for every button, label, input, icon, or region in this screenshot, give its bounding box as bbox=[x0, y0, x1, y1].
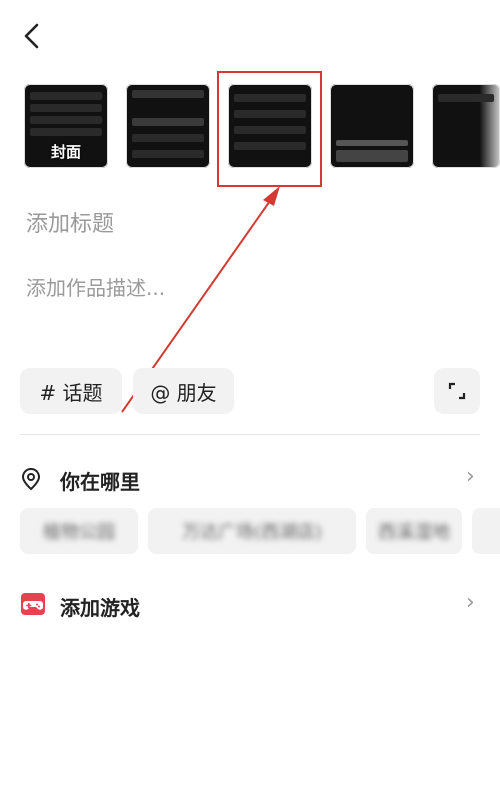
location-suggestion-chip[interactable] bbox=[472, 508, 500, 554]
location-suggestion-chip[interactable]: 植物公园 bbox=[20, 508, 138, 554]
expand-icon bbox=[448, 382, 466, 400]
chevron-right-icon: › bbox=[466, 590, 475, 615]
title-input[interactable]: 添加标题 bbox=[26, 206, 114, 238]
location-row[interactable]: 你在哪里 › bbox=[20, 462, 480, 496]
divider bbox=[20, 434, 480, 435]
location-suggestion-chip[interactable]: 万达广场(西湖店) bbox=[148, 508, 356, 554]
expand-button[interactable] bbox=[434, 368, 480, 414]
mention-friend-button[interactable]: @ 朋友 bbox=[133, 368, 234, 414]
add-game-row[interactable]: 添加游戏 › bbox=[20, 588, 480, 622]
add-game-label: 添加游戏 bbox=[60, 596, 140, 620]
chevron-right-icon: › bbox=[466, 464, 475, 489]
location-pin-icon bbox=[21, 467, 41, 491]
topic-button[interactable]: # 话题 bbox=[20, 368, 122, 414]
description-input[interactable]: 添加作品描述... bbox=[26, 272, 165, 301]
location-label: 你在哪里 bbox=[60, 470, 140, 494]
gamepad-icon bbox=[21, 593, 45, 615]
location-suggestion-chip[interactable]: 西溪湿地 bbox=[366, 508, 462, 554]
